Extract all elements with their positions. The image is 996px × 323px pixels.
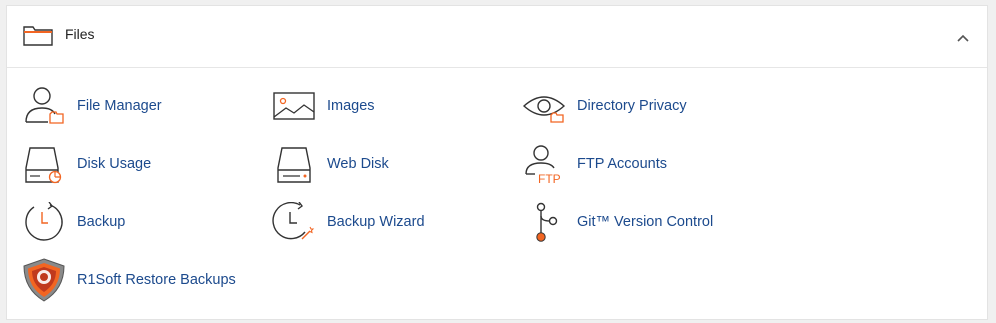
section-title: Files bbox=[65, 26, 95, 42]
git-icon bbox=[521, 202, 567, 242]
disk-usage-icon bbox=[21, 144, 67, 184]
item-label: Directory Privacy bbox=[577, 98, 687, 114]
chevron-up-icon[interactable] bbox=[953, 28, 973, 48]
folder-icon bbox=[23, 24, 53, 51]
item-label: Disk Usage bbox=[77, 156, 152, 172]
item-label: Images bbox=[327, 98, 375, 114]
item-disk-usage[interactable]: Disk Usage bbox=[21, 144, 151, 184]
directory-privacy-icon bbox=[521, 86, 567, 126]
item-label: R1Soft Restore Backups bbox=[77, 272, 236, 288]
item-label: Git™ Version Control bbox=[577, 214, 714, 230]
item-ftp-accounts[interactable]: FTP FTP Accounts bbox=[521, 144, 667, 184]
item-backup[interactable]: Backup bbox=[21, 202, 125, 242]
item-label: File Manager bbox=[77, 98, 162, 114]
item-backup-wizard[interactable]: Backup Wizard bbox=[271, 202, 425, 242]
files-panel: Files File Manager Images Directory Priv… bbox=[6, 5, 988, 320]
item-label: FTP Accounts bbox=[577, 156, 667, 172]
r1soft-icon bbox=[21, 258, 67, 302]
item-label: Web Disk bbox=[327, 156, 389, 172]
panel-header[interactable]: Files bbox=[7, 6, 987, 68]
item-file-manager[interactable]: File Manager bbox=[21, 86, 162, 126]
ftp-accounts-icon: FTP bbox=[521, 144, 567, 184]
backup-icon bbox=[21, 202, 67, 242]
item-r1soft-restore-backups[interactable]: R1Soft Restore Backups bbox=[21, 258, 236, 302]
item-label: Backup bbox=[77, 214, 126, 230]
item-directory-privacy[interactable]: Directory Privacy bbox=[521, 86, 687, 126]
images-icon bbox=[271, 86, 317, 126]
web-disk-icon bbox=[271, 144, 317, 184]
backup-wizard-icon bbox=[271, 202, 317, 242]
item-git-version-control[interactable]: Git™ Version Control bbox=[521, 202, 713, 242]
item-label: Backup Wizard bbox=[327, 214, 425, 230]
item-images[interactable]: Images bbox=[271, 86, 375, 126]
item-web-disk[interactable]: Web Disk bbox=[271, 144, 389, 184]
file-manager-icon bbox=[21, 86, 67, 126]
svg-text:FTP: FTP bbox=[538, 172, 561, 184]
